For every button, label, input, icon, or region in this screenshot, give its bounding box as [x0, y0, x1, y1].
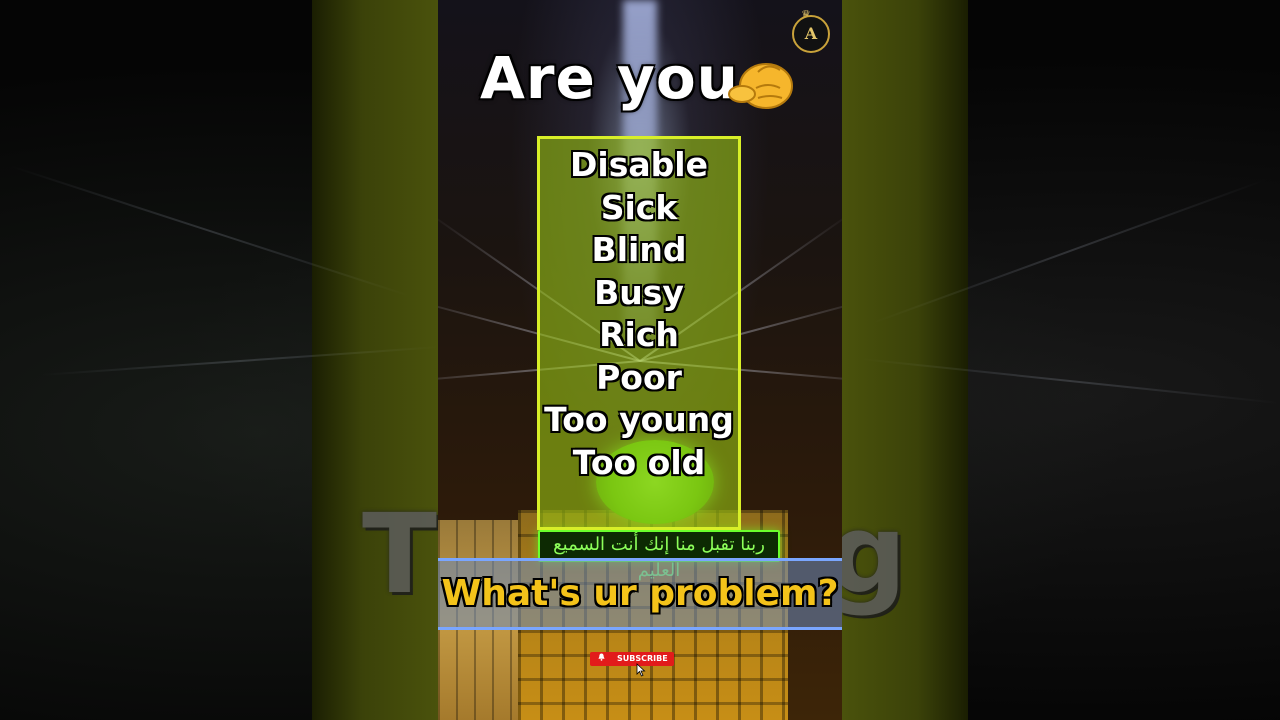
list-item: Poor: [596, 358, 682, 397]
list-item: Too old: [572, 443, 706, 482]
list-item: Disable: [570, 145, 708, 184]
bell-icon: [598, 653, 605, 661]
list-item: Too young: [544, 400, 734, 439]
subscribe-label: SUBSCRIBE: [617, 654, 668, 663]
cursor-icon: [636, 663, 646, 677]
pointing-hand-icon: [728, 63, 793, 109]
list-item: Rich: [599, 315, 679, 354]
list-item: Blind: [591, 230, 687, 269]
list-item: Busy: [594, 273, 684, 312]
list-item: Sick: [600, 188, 678, 227]
blurred-caption-left: T: [362, 490, 440, 618]
caption-banner: What's ur problem?: [438, 558, 842, 630]
subscribe-button[interactable]: SUBSCRIBE: [590, 652, 674, 666]
video-title: Are you: [480, 44, 739, 112]
problem-list-box: Disable Sick Blind Busy Rich Poor Too yo…: [537, 136, 741, 530]
caption-text: What's ur problem?: [441, 573, 839, 614]
channel-logo: A: [792, 15, 830, 53]
